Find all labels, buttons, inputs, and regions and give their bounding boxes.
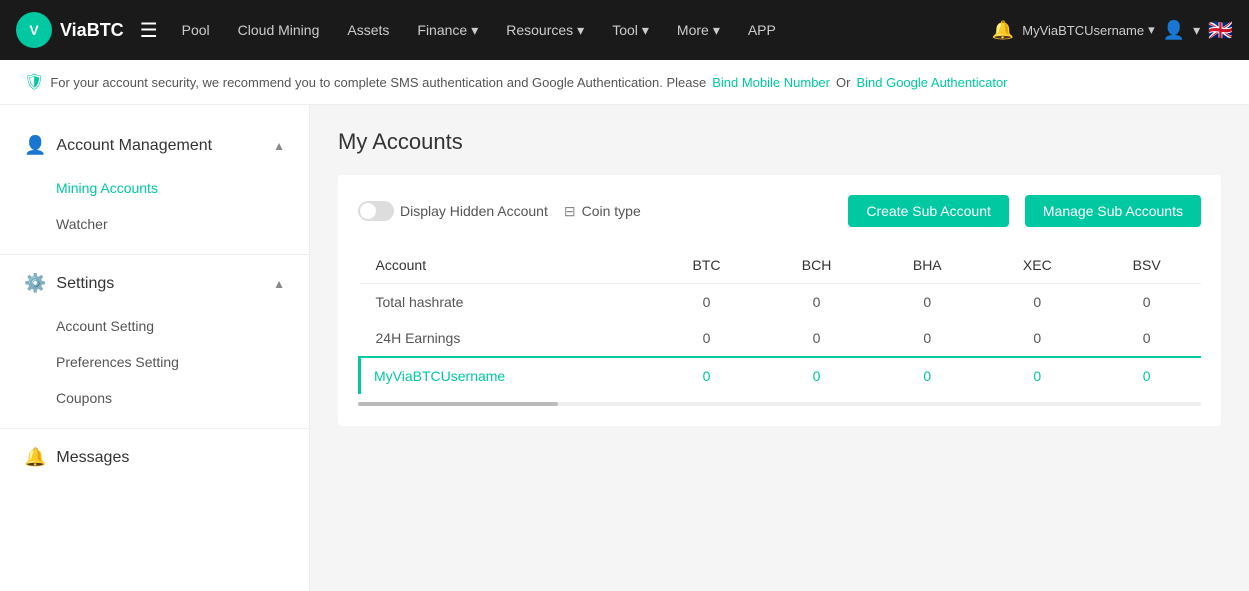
- hamburger-icon[interactable]: ☰: [140, 18, 158, 43]
- col-account: Account: [360, 247, 653, 284]
- nav-right: 🔔 MyViaBTCUsername ▾ 👤 ▾ 🇬🇧: [992, 18, 1233, 43]
- sidebar-settings[interactable]: ⚙️ Settings ▲: [0, 263, 309, 304]
- bind-mobile-link[interactable]: Bind Mobile Number: [712, 75, 830, 90]
- logo-icon: V: [16, 12, 52, 48]
- language-flag[interactable]: 🇬🇧: [1208, 18, 1233, 43]
- sidebar-messages[interactable]: 🔔 Messages: [0, 437, 309, 478]
- main-content: My Accounts Display Hidden Account ⊟ Coi…: [310, 105, 1249, 591]
- sidebar-item-preferences-setting[interactable]: Preferences Setting: [0, 344, 309, 380]
- col-xec: XEC: [982, 247, 1092, 284]
- total-hashrate-bsv: 0: [1092, 284, 1201, 321]
- chevron-user: ▾: [1193, 22, 1200, 39]
- logo-text: ViaBTC: [60, 20, 124, 41]
- nav-cloud-mining[interactable]: Cloud Mining: [226, 22, 332, 38]
- nav-tool[interactable]: Tool ▾: [600, 22, 661, 39]
- col-btc: BTC: [652, 247, 761, 284]
- nav-app[interactable]: APP: [736, 22, 788, 38]
- nav-assets[interactable]: Assets: [335, 22, 401, 38]
- layout: 👤 Account Management ▲ Mining Accounts W…: [0, 105, 1249, 591]
- table-row-24h-earnings: 24H Earnings 0 0 0 0 0: [360, 320, 1202, 357]
- user-xec: 0: [982, 357, 1092, 394]
- settings-icon: ⚙️: [24, 273, 46, 294]
- sidebar-divider-2: [0, 428, 309, 429]
- user-bsv: 0: [1092, 357, 1201, 394]
- settings-items: Account Setting Preferences Setting Coup…: [0, 304, 309, 420]
- sidebar-divider-1: [0, 254, 309, 255]
- user-account-name[interactable]: MyViaBTCUsername: [360, 357, 653, 394]
- total-hashrate-bch: 0: [761, 284, 872, 321]
- settings-label: Settings: [56, 275, 114, 293]
- display-hidden-label[interactable]: Display Hidden Account: [358, 201, 548, 221]
- page-title: My Accounts: [338, 129, 1221, 155]
- manage-sub-accounts-button[interactable]: Manage Sub Accounts: [1025, 195, 1201, 227]
- total-hashrate-bha: 0: [872, 284, 982, 321]
- accounts-table: Account BTC BCH BHA XEC BSV Total hashra…: [358, 247, 1201, 394]
- sidebar-item-mining-accounts[interactable]: Mining Accounts: [0, 170, 309, 206]
- chevron-up-account: ▲: [273, 139, 285, 153]
- messages-icon: 🔔: [24, 447, 46, 468]
- security-banner: 🛡 For your account security, we recommen…: [0, 60, 1249, 105]
- topnav: V ViaBTC ☰ Pool Cloud Mining Assets Fina…: [0, 0, 1249, 60]
- table-row-total-hashrate: Total hashrate 0 0 0 0 0: [360, 284, 1202, 321]
- 24h-earnings-label: 24H Earnings: [360, 320, 653, 357]
- shield-icon: 🛡: [24, 72, 44, 92]
- nav-pool[interactable]: Pool: [170, 22, 222, 38]
- messages-label: Messages: [56, 449, 129, 467]
- user-bch: 0: [761, 357, 872, 394]
- col-bsv: BSV: [1092, 247, 1201, 284]
- nav-resources[interactable]: Resources ▾: [494, 22, 596, 39]
- chevron-up-settings: ▲: [273, 277, 285, 291]
- table-row-user: MyViaBTCUsername 0 0 0 0 0: [360, 357, 1202, 394]
- table-header-row: Account BTC BCH BHA XEC BSV: [360, 247, 1202, 284]
- sidebar: 👤 Account Management ▲ Mining Accounts W…: [0, 105, 310, 591]
- 24h-earnings-bha: 0: [872, 320, 982, 357]
- coin-type-filter[interactable]: ⊟ Coin type: [564, 203, 641, 220]
- logo[interactable]: V ViaBTC: [16, 12, 124, 48]
- user-bha: 0: [872, 357, 982, 394]
- 24h-earnings-xec: 0: [982, 320, 1092, 357]
- sidebar-item-watcher[interactable]: Watcher: [0, 206, 309, 242]
- username-display[interactable]: MyViaBTCUsername ▾: [1022, 22, 1154, 38]
- col-bha: BHA: [872, 247, 982, 284]
- nav-more[interactable]: More ▾: [665, 22, 732, 39]
- user-icon[interactable]: 👤: [1163, 20, 1185, 41]
- account-management-icon: 👤: [24, 135, 46, 156]
- 24h-earnings-bch: 0: [761, 320, 872, 357]
- accounts-card: Display Hidden Account ⊟ Coin type Creat…: [338, 175, 1221, 426]
- account-management-label: Account Management: [56, 137, 212, 155]
- total-hashrate-xec: 0: [982, 284, 1092, 321]
- bind-google-link[interactable]: Bind Google Authenticator: [856, 75, 1007, 90]
- 24h-earnings-bsv: 0: [1092, 320, 1201, 357]
- filter-icon: ⊟: [564, 203, 576, 220]
- sidebar-item-coupons[interactable]: Coupons: [0, 380, 309, 416]
- create-sub-account-button[interactable]: Create Sub Account: [848, 195, 1009, 227]
- col-bch: BCH: [761, 247, 872, 284]
- display-hidden-toggle[interactable]: [358, 201, 394, 221]
- scrollbar-track[interactable]: [358, 402, 1201, 406]
- sidebar-item-account-setting[interactable]: Account Setting: [0, 308, 309, 344]
- or-text: Or: [836, 75, 850, 90]
- 24h-earnings-btc: 0: [652, 320, 761, 357]
- account-management-items: Mining Accounts Watcher: [0, 166, 309, 246]
- user-btc: 0: [652, 357, 761, 394]
- sidebar-account-management[interactable]: 👤 Account Management ▲: [0, 125, 309, 166]
- security-message: For your account security, we recommend …: [50, 75, 706, 90]
- user-account-link[interactable]: MyViaBTCUsername: [374, 368, 505, 384]
- scrollbar-thumb[interactable]: [358, 402, 558, 406]
- card-toolbar: Display Hidden Account ⊟ Coin type Creat…: [358, 195, 1201, 227]
- total-hashrate-label: Total hashrate: [360, 284, 653, 321]
- nav-finance[interactable]: Finance ▾: [405, 22, 490, 39]
- bell-icon[interactable]: 🔔: [992, 20, 1014, 41]
- total-hashrate-btc: 0: [652, 284, 761, 321]
